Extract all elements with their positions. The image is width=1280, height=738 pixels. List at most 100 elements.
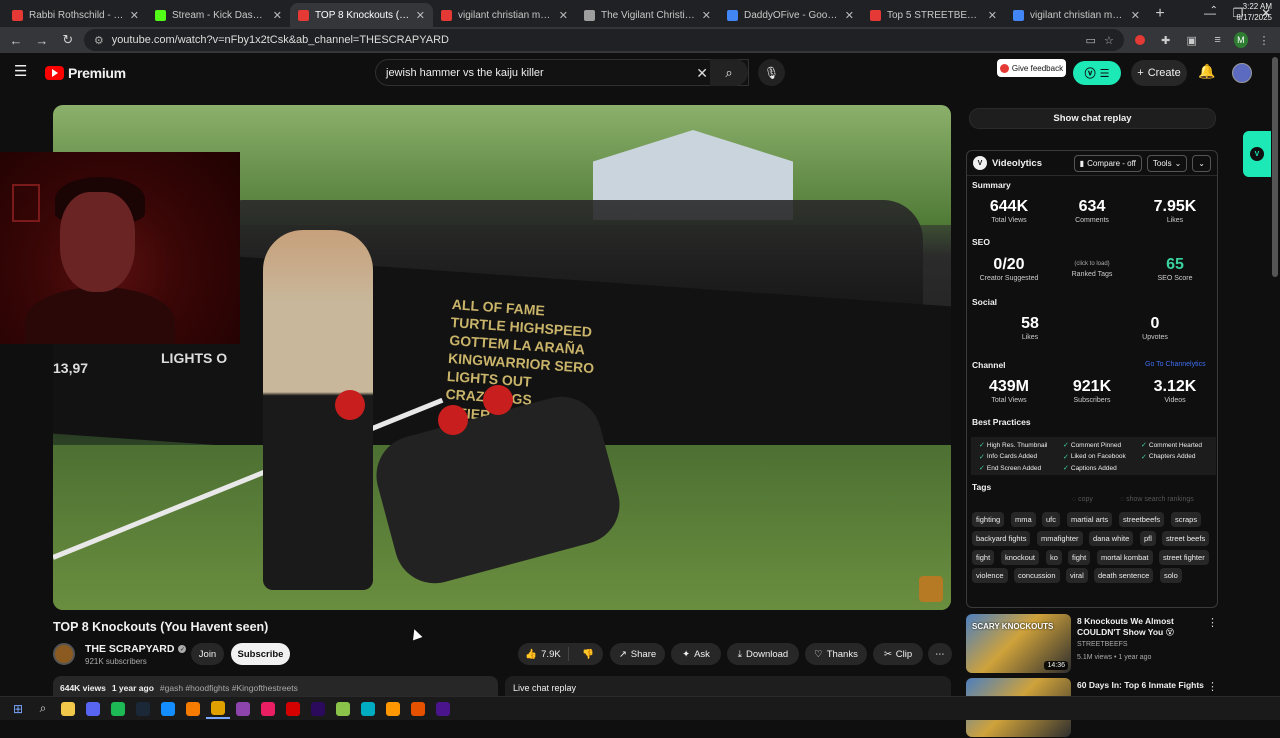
new-tab-icon[interactable]: + [1148,5,1172,23]
sidepanel-icon[interactable]: ▣ [1182,31,1202,49]
join-button[interactable]: Join [191,643,224,665]
recommended-video[interactable]: SCARY KNOCKOUTS 14:36 8 Knockouts We Almos… [966,614,1220,674]
collapse-panel-button[interactable]: ⌄ [1192,154,1211,172]
tab-close-icon[interactable]: ✕ [130,9,139,22]
tag-chip[interactable]: street beefs [1162,531,1210,546]
stat-value[interactable]: (click to load) [1057,256,1127,270]
recommended-title[interactable]: 60 Days In: Top 6 Inmate Fights [1077,680,1205,691]
tab-close-icon[interactable]: ✕ [845,9,854,22]
tab-close-icon[interactable]: ✕ [702,9,711,22]
browser-tab[interactable]: Rabbi Rothschild - YouTube ✕ [4,3,147,27]
tag-chip[interactable]: street fighter [1159,550,1209,565]
tag-chip[interactable]: viral [1066,568,1088,583]
battlenet-icon[interactable] [156,699,180,719]
media-control-icon[interactable]: ≡ [1208,31,1228,49]
reload-icon[interactable]: ↻ [58,32,78,48]
description-box[interactable]: 644K views 1 year ago #gash #hoodfights … [53,676,498,696]
create-button[interactable]: + Create [1131,60,1187,86]
clear-search-icon[interactable]: ✕ [696,65,708,82]
tag-chip[interactable]: ko [1046,550,1062,565]
videolytics-side-tab[interactable]: V [1243,131,1271,177]
browser-tab[interactable]: DaddyOFive - Google Search ✕ [719,3,862,27]
windows-start-icon[interactable]: ⊞ [6,699,30,719]
search-input-value[interactable]: jewish hammer vs the kaiju killer [386,67,544,79]
tag-chip[interactable]: streetbeefs [1119,512,1165,527]
give-feedback-button[interactable]: Give feedback [997,59,1066,77]
channel-name-text[interactable]: THE SCRAPYARD [85,643,174,655]
ask-button[interactable]: ✦ Ask [671,643,721,665]
tag-chip[interactable]: fight [972,550,995,565]
more-vertical-icon[interactable]: ⋮ [1207,680,1218,693]
browser-tab[interactable]: vigilant christian mario vma - ✕ [433,3,576,27]
tag-chip[interactable]: death sentence [1094,568,1154,583]
live-chat-replay-header[interactable]: Live chat replay [505,676,951,696]
clip-button[interactable]: ✂ Clip [873,643,923,665]
url-text[interactable]: youtube.com/watch?v=nFby1x2tCsk&ab_chann… [112,34,1078,46]
voice-search-icon[interactable]: 🎙 [758,59,785,86]
browser-tab[interactable]: The Vigilant Christian - Ratio ✕ [576,3,719,27]
channel-name[interactable]: THE SCRAPYARD ✓ [85,643,187,655]
vlc-icon[interactable] [181,699,205,719]
cast-icon[interactable]: ▭ [1086,34,1096,47]
thanks-button[interactable]: ♡ Thanks [805,643,867,665]
recommended-title[interactable]: 8 Knockouts We Almost COULDN'T Show You … [1077,616,1205,638]
discord-icon[interactable] [81,699,105,719]
app-dark-purple-icon[interactable] [431,699,455,719]
opera-icon[interactable] [281,699,305,719]
tag-chip[interactable]: mortal kombat [1097,550,1153,565]
account-avatar[interactable] [1232,63,1252,83]
recommended-channel[interactable]: STREETBEEFS [1077,641,1128,648]
back-icon[interactable]: ← [6,33,26,48]
tag-chip[interactable]: pfl [1140,531,1156,546]
go-to-channelytics-link[interactable]: Go To Channelytics [1145,361,1206,368]
youtube-logo[interactable]: Premium [45,65,126,81]
app-orange-icon[interactable] [406,699,430,719]
steam-icon[interactable] [131,699,155,719]
copy-tags-button[interactable]: ◌ copy [1072,496,1093,503]
taskbar-clock[interactable]: 3:22 AM 8/17/2025 [1236,0,1272,23]
browser-tab[interactable]: Top 5 STREETBEEFS KOs - Yo ✕ [862,3,1005,27]
tab-close-icon[interactable]: ✕ [1131,9,1140,22]
tag-chip[interactable]: martial arts [1067,512,1113,527]
tab-close-icon[interactable]: ✕ [559,9,568,22]
taskbar-search-icon[interactable]: ⌕ [31,699,55,719]
tag-chip[interactable]: fight [1068,550,1091,565]
extension-red-icon[interactable] [1130,31,1150,49]
tag-chip[interactable]: mmafighter [1037,531,1083,546]
show-search-rankings-button[interactable]: ◌ show search rankings [1120,496,1194,503]
tools-dropdown[interactable]: Tools ⌄ [1146,154,1188,172]
dislike-button[interactable]: 👎 [573,649,603,660]
browser-profile-avatar[interactable]: M [1233,32,1249,48]
subscribe-button[interactable]: Subscribe [231,643,290,665]
more-vertical-icon[interactable]: ⋮ [1207,616,1218,629]
tag-chip[interactable]: concussion [1014,568,1060,583]
premiere-icon[interactable] [306,699,330,719]
file-explorer-icon[interactable] [56,699,80,719]
more-actions-button[interactable]: ⋯ [928,643,952,665]
menu-icon[interactable]: ☰ [14,64,30,79]
search-input[interactable]: jewish hammer vs the kaiju killer ✕ ⌕ [375,59,749,86]
app-pink-icon[interactable] [256,699,280,719]
tab-close-icon[interactable]: ✕ [416,9,425,22]
video-thumbnail[interactable]: SCARY KNOCKOUTS 14:36 [966,614,1071,673]
tag-chip[interactable]: knockout [1001,550,1040,565]
extensions-puzzle-icon[interactable]: ✚ [1156,31,1176,49]
download-button[interactable]: ⤓ Download [727,643,799,665]
omnibox[interactable]: ⚙ youtube.com/watch?v=nFby1x2tCsk&ab_cha… [83,29,1124,51]
app-teal-icon[interactable] [356,699,380,719]
like-button[interactable]: 👍 7.9K [518,647,569,661]
tag-chip[interactable]: dana white [1089,531,1134,546]
site-info-icon[interactable]: ⚙ [94,34,104,47]
bookmark-star-icon[interactable]: ☆ [1104,34,1114,47]
tab-close-icon[interactable]: ✕ [273,9,282,22]
browser-tab[interactable]: Stream - Kick Dashboard ✕ [147,3,290,27]
forward-icon[interactable]: → [32,33,52,48]
chrome-icon[interactable] [206,699,230,719]
tab-close-icon[interactable]: ✕ [988,9,997,22]
app-purple-icon[interactable] [231,699,255,719]
channel-avatar[interactable] [53,643,75,665]
tag-chip[interactable]: fighting [972,512,1005,527]
system-tray-chevron-icon[interactable]: ⌃ [1210,5,1218,16]
browser-tab[interactable]: vigilant christian mario achriv ✕ [1005,3,1148,27]
browser-tab[interactable]: TOP 8 Knockouts (You Ha ✕ [290,3,433,27]
